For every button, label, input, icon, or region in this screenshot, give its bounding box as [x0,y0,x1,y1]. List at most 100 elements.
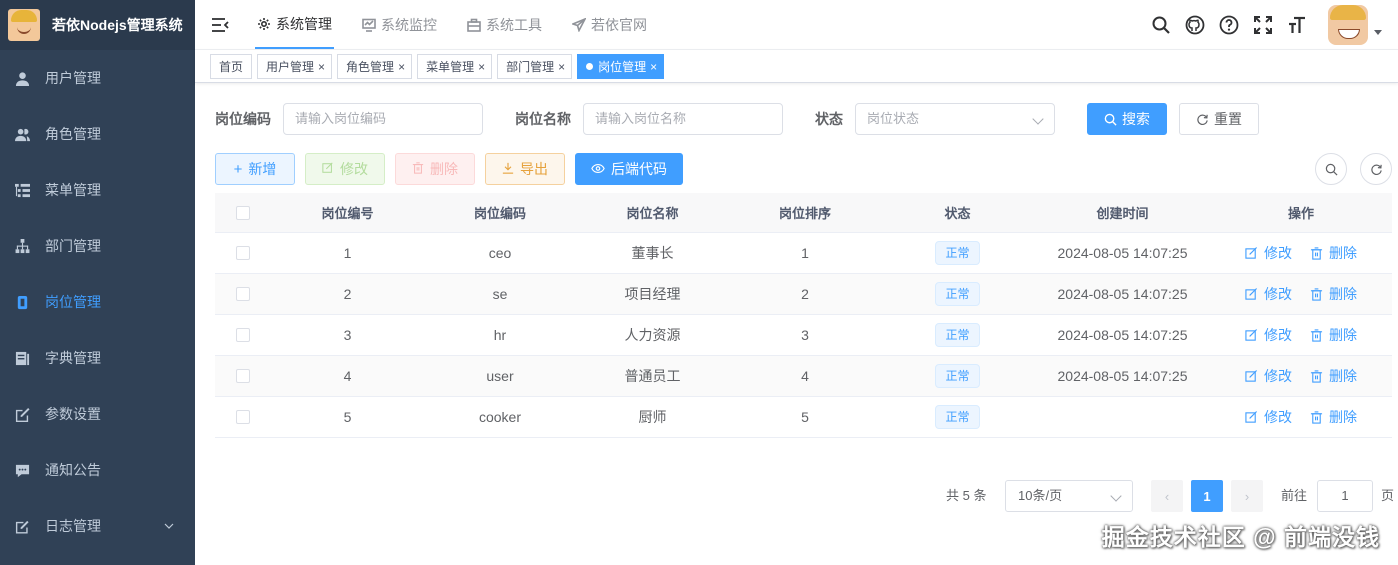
prev-page-button[interactable]: ‹ [1151,480,1183,512]
post-name-cell: 董事长 [631,245,674,261]
tab-tag[interactable]: 岗位管理 × [577,54,665,79]
post-code-input[interactable]: 请输入岗位编码 [283,103,483,135]
row-delete-label: 删除 [1329,368,1357,384]
column-header: 岗位编号 [321,206,374,221]
table-row[interactable]: 1 ceo 董事长 1 正常 2024-08-05 14:07:25 修改 删除 [215,233,1392,274]
tab-tag[interactable]: 菜单管理 × [417,54,493,79]
post-name-input[interactable]: 请输入岗位名称 [583,103,783,135]
table-body: 1 ceo 董事长 1 正常 2024-08-05 14:07:25 修改 删除 2 se 项目经理… [215,233,1392,438]
close-icon[interactable]: × [398,60,405,74]
row-edit-button[interactable]: 修改 [1245,243,1292,263]
row-checkbox[interactable] [235,410,250,424]
avatar[interactable] [1328,5,1368,45]
tab-tag-label: 用户管理 [266,60,315,74]
sidebar-item-label: 用户管理 [45,70,101,86]
caret-down-icon[interactable] [1374,29,1382,35]
sidebar-item[interactable]: 日志管理 [0,498,195,554]
reset-button[interactable]: 重置 [1179,103,1259,135]
table-row[interactable]: 4 user 普通员工 4 正常 2024-08-05 14:07:25 修改 删除 [215,356,1392,397]
tab-tag-label: 部门管理 [506,60,555,74]
row-checkbox[interactable] [235,328,250,342]
page-size-select[interactable]: 10条/页 [1005,480,1133,512]
top-nav-item[interactable]: 系统工具 [465,0,544,49]
row-delete-button[interactable]: 删除 [1310,366,1357,386]
fullscreen-icon[interactable] [1252,14,1274,36]
sidebar-item[interactable]: 用户管理 [0,50,195,106]
table-row[interactable]: 2 se 项目经理 2 正常 2024-08-05 14:07:25 修改 删除 [215,274,1392,315]
row-edit-button[interactable]: 修改 [1245,325,1292,345]
goto-page-input[interactable]: 1 [1317,480,1373,512]
row-delete-label: 删除 [1329,245,1357,261]
sidebar-item-label: 菜单管理 [45,182,101,198]
sidebar-item[interactable]: 菜单管理 [0,162,195,218]
post-name-label: 岗位名称 [515,111,571,127]
backend-code-button[interactable]: 后端代码 [575,153,683,185]
row-delete-label: 删除 [1329,327,1357,343]
font-size-icon[interactable] [1286,14,1308,36]
app-title: 若依Nodejs管理系统 [52,17,183,33]
top-nav-item[interactable]: 系统监控 [360,0,439,49]
status-cell: 正常 [880,323,1035,347]
close-icon[interactable]: × [318,60,325,74]
close-icon[interactable]: × [478,60,485,74]
select-all-checkbox[interactable] [235,205,250,220]
row-checkbox[interactable] [235,246,250,260]
sidebar-item[interactable]: 字典管理 [0,330,195,386]
close-icon[interactable]: × [650,60,657,74]
row-checkbox[interactable] [235,369,250,383]
row-edit-button[interactable]: 修改 [1245,407,1292,427]
sidebar-item[interactable]: 通知公告 [0,442,195,498]
post-code-cell: se [492,286,508,302]
column-header: 状态 [944,206,971,221]
message-icon [14,462,30,478]
tab-tag[interactable]: 用户管理 × [257,54,333,79]
search-icon [1325,163,1337,175]
hamburger-icon[interactable] [211,16,229,34]
page-number[interactable]: 1 [1191,480,1223,512]
row-delete-button[interactable]: 删除 [1310,243,1357,263]
tab-tag[interactable]: 角色管理 × [337,54,413,79]
sidebar-item[interactable]: 参数设置 [0,386,195,442]
delete-button[interactable]: 删除 [395,153,475,185]
refresh-button[interactable] [1360,153,1392,185]
row-delete-button[interactable]: 删除 [1310,407,1357,427]
column-header: 岗位排序 [778,206,831,221]
logo-area[interactable]: 若依Nodejs管理系统 [0,0,195,50]
tab-tag[interactable]: 首页 [210,54,253,79]
select-all-cell [215,205,270,220]
question-icon[interactable] [1218,14,1240,36]
top-nav-item[interactable]: 系统管理 [255,0,334,49]
row-delete-button[interactable]: 删除 [1310,325,1357,345]
github-icon[interactable] [1184,14,1206,36]
row-edit-label: 修改 [1264,409,1292,425]
close-icon[interactable]: × [558,60,565,74]
table-row[interactable]: 5 cooker 厨师 5 正常 修改 删除 [215,397,1392,438]
row-delete-button[interactable]: 删除 [1310,284,1357,304]
sidebar-item[interactable]: 部门管理 [0,218,195,274]
top-nav-item[interactable]: 若依官网 [570,0,649,49]
row-checkbox[interactable] [235,287,250,301]
status-label: 状态 [815,111,843,127]
created-time-cell: 2024-08-05 14:07:25 [1057,327,1188,343]
delete-button-label: 删除 [430,161,458,177]
chevron-down-icon [1032,113,1044,125]
post-name-cell: 普通员工 [624,368,681,384]
add-button[interactable]: + 新增 [215,153,295,185]
status-select[interactable]: 岗位状态 [855,103,1055,135]
export-button[interactable]: 导出 [485,153,565,185]
next-page-button[interactable]: › [1231,480,1263,512]
tab-tag[interactable]: 部门管理 × [497,54,573,79]
edit-icon [14,406,30,422]
backend-code-button-label: 后端代码 [611,161,667,177]
refresh-icon [1370,164,1382,175]
top-nav-label: 系统管理 [276,15,332,32]
table-row[interactable]: 3 hr 人力资源 3 正常 2024-08-05 14:07:25 修改 删除 [215,315,1392,356]
edit-button[interactable]: 修改 [305,153,385,185]
search-icon[interactable] [1150,14,1172,36]
row-edit-button[interactable]: 修改 [1245,366,1292,386]
search-button[interactable]: 搜索 [1087,103,1167,135]
sidebar-item[interactable]: 岗位管理 [0,274,195,330]
toggle-search-button[interactable] [1315,153,1347,185]
sidebar-item[interactable]: 角色管理 [0,106,195,162]
row-edit-button[interactable]: 修改 [1245,284,1292,304]
